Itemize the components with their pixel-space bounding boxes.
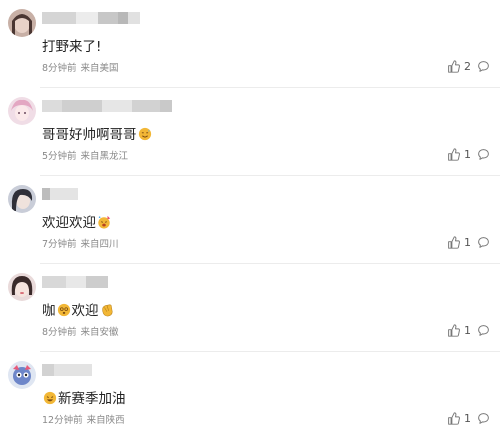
comment-text: 哥哥好帅啊哥哥: [42, 126, 153, 144]
username-blurred[interactable]: [42, 12, 140, 24]
avatar[interactable]: [8, 97, 36, 125]
like-count: 1: [464, 236, 471, 249]
like-count: 2: [464, 60, 471, 73]
reply-button[interactable]: [477, 412, 490, 425]
comment-item: 欢迎欢迎 7分钟前 来自四川 1: [0, 176, 500, 264]
comment-location: 来自安徽: [80, 327, 119, 338]
like-count: 1: [464, 412, 471, 425]
thumbs-up-icon: [448, 148, 460, 161]
comment-time: 8分钟前: [42, 327, 77, 338]
like-button[interactable]: 1: [447, 148, 471, 161]
party-emoji: [97, 215, 111, 229]
like-count: 1: [464, 324, 471, 337]
comment-bubble-icon: [478, 237, 489, 248]
reply-button[interactable]: [477, 148, 490, 161]
comment-item: 新赛季加油 12分钟前 来自陕西 1: [0, 352, 500, 440]
dizzy-face-emoji: [57, 303, 71, 317]
comment-location: 来自黑龙江: [80, 151, 129, 162]
comment-bubble-icon: [478, 149, 489, 160]
like-button[interactable]: 2: [447, 60, 471, 73]
comment-location: 来自美国: [80, 63, 119, 74]
username-blurred[interactable]: [42, 276, 108, 288]
comment-time: 8分钟前: [42, 63, 77, 74]
reply-button[interactable]: [477, 324, 490, 337]
comment-bubble-icon: [478, 61, 489, 72]
comment-time: 12分钟前: [42, 415, 83, 426]
username-blurred[interactable]: [42, 100, 172, 112]
avatar[interactable]: [8, 9, 36, 37]
comment-text: 打野来了!: [42, 39, 102, 55]
comment-meta: 8分钟前 来自美国: [42, 63, 119, 75]
avatar[interactable]: [8, 273, 36, 301]
thumbs-up-icon: [448, 324, 460, 337]
like-button[interactable]: 1: [447, 324, 471, 337]
comment-text: 新赛季加油: [42, 390, 126, 408]
comment-location: 来自陕西: [86, 415, 125, 426]
avatar[interactable]: [8, 185, 36, 213]
comment-meta: 7分钟前 来自四川: [42, 239, 119, 251]
comment-meta: 12分钟前 来自陕西: [42, 415, 125, 427]
thumbs-up-icon: [448, 60, 460, 73]
comment-item: 咖欢迎 8分钟前 来自安徽 1: [0, 264, 500, 352]
comment-bubble-icon: [478, 325, 489, 336]
thumbs-up-icon: [448, 236, 460, 249]
clapping-hands-emoji: [100, 303, 114, 317]
comment-time: 5分钟前: [42, 151, 77, 162]
comment-location: 来自四川: [80, 239, 119, 250]
like-count: 1: [464, 148, 471, 161]
like-button[interactable]: 1: [447, 236, 471, 249]
comment-text: 咖欢迎: [42, 302, 115, 320]
like-button[interactable]: 1: [447, 412, 471, 425]
comment-item: 打野来了! 8分钟前 来自美国 2: [0, 0, 500, 88]
sweat-smile-emoji: [138, 127, 152, 141]
reply-button[interactable]: [477, 60, 490, 73]
reply-button[interactable]: [477, 236, 490, 249]
comment-meta: 8分钟前 来自安徽: [42, 327, 119, 339]
thumbs-up-icon: [448, 412, 460, 425]
comment-item: 哥哥好帅啊哥哥 5分钟前 来自黑龙江 1: [0, 88, 500, 176]
comment-meta: 5分钟前 来自黑龙江: [42, 151, 128, 163]
comment-text: 欢迎欢迎: [42, 214, 112, 232]
comment-time: 7分钟前: [42, 239, 77, 250]
grin-emoji: [43, 391, 57, 405]
avatar[interactable]: [8, 361, 36, 389]
username-blurred[interactable]: [42, 364, 92, 376]
comment-bubble-icon: [478, 413, 489, 424]
username-blurred[interactable]: [42, 188, 78, 200]
